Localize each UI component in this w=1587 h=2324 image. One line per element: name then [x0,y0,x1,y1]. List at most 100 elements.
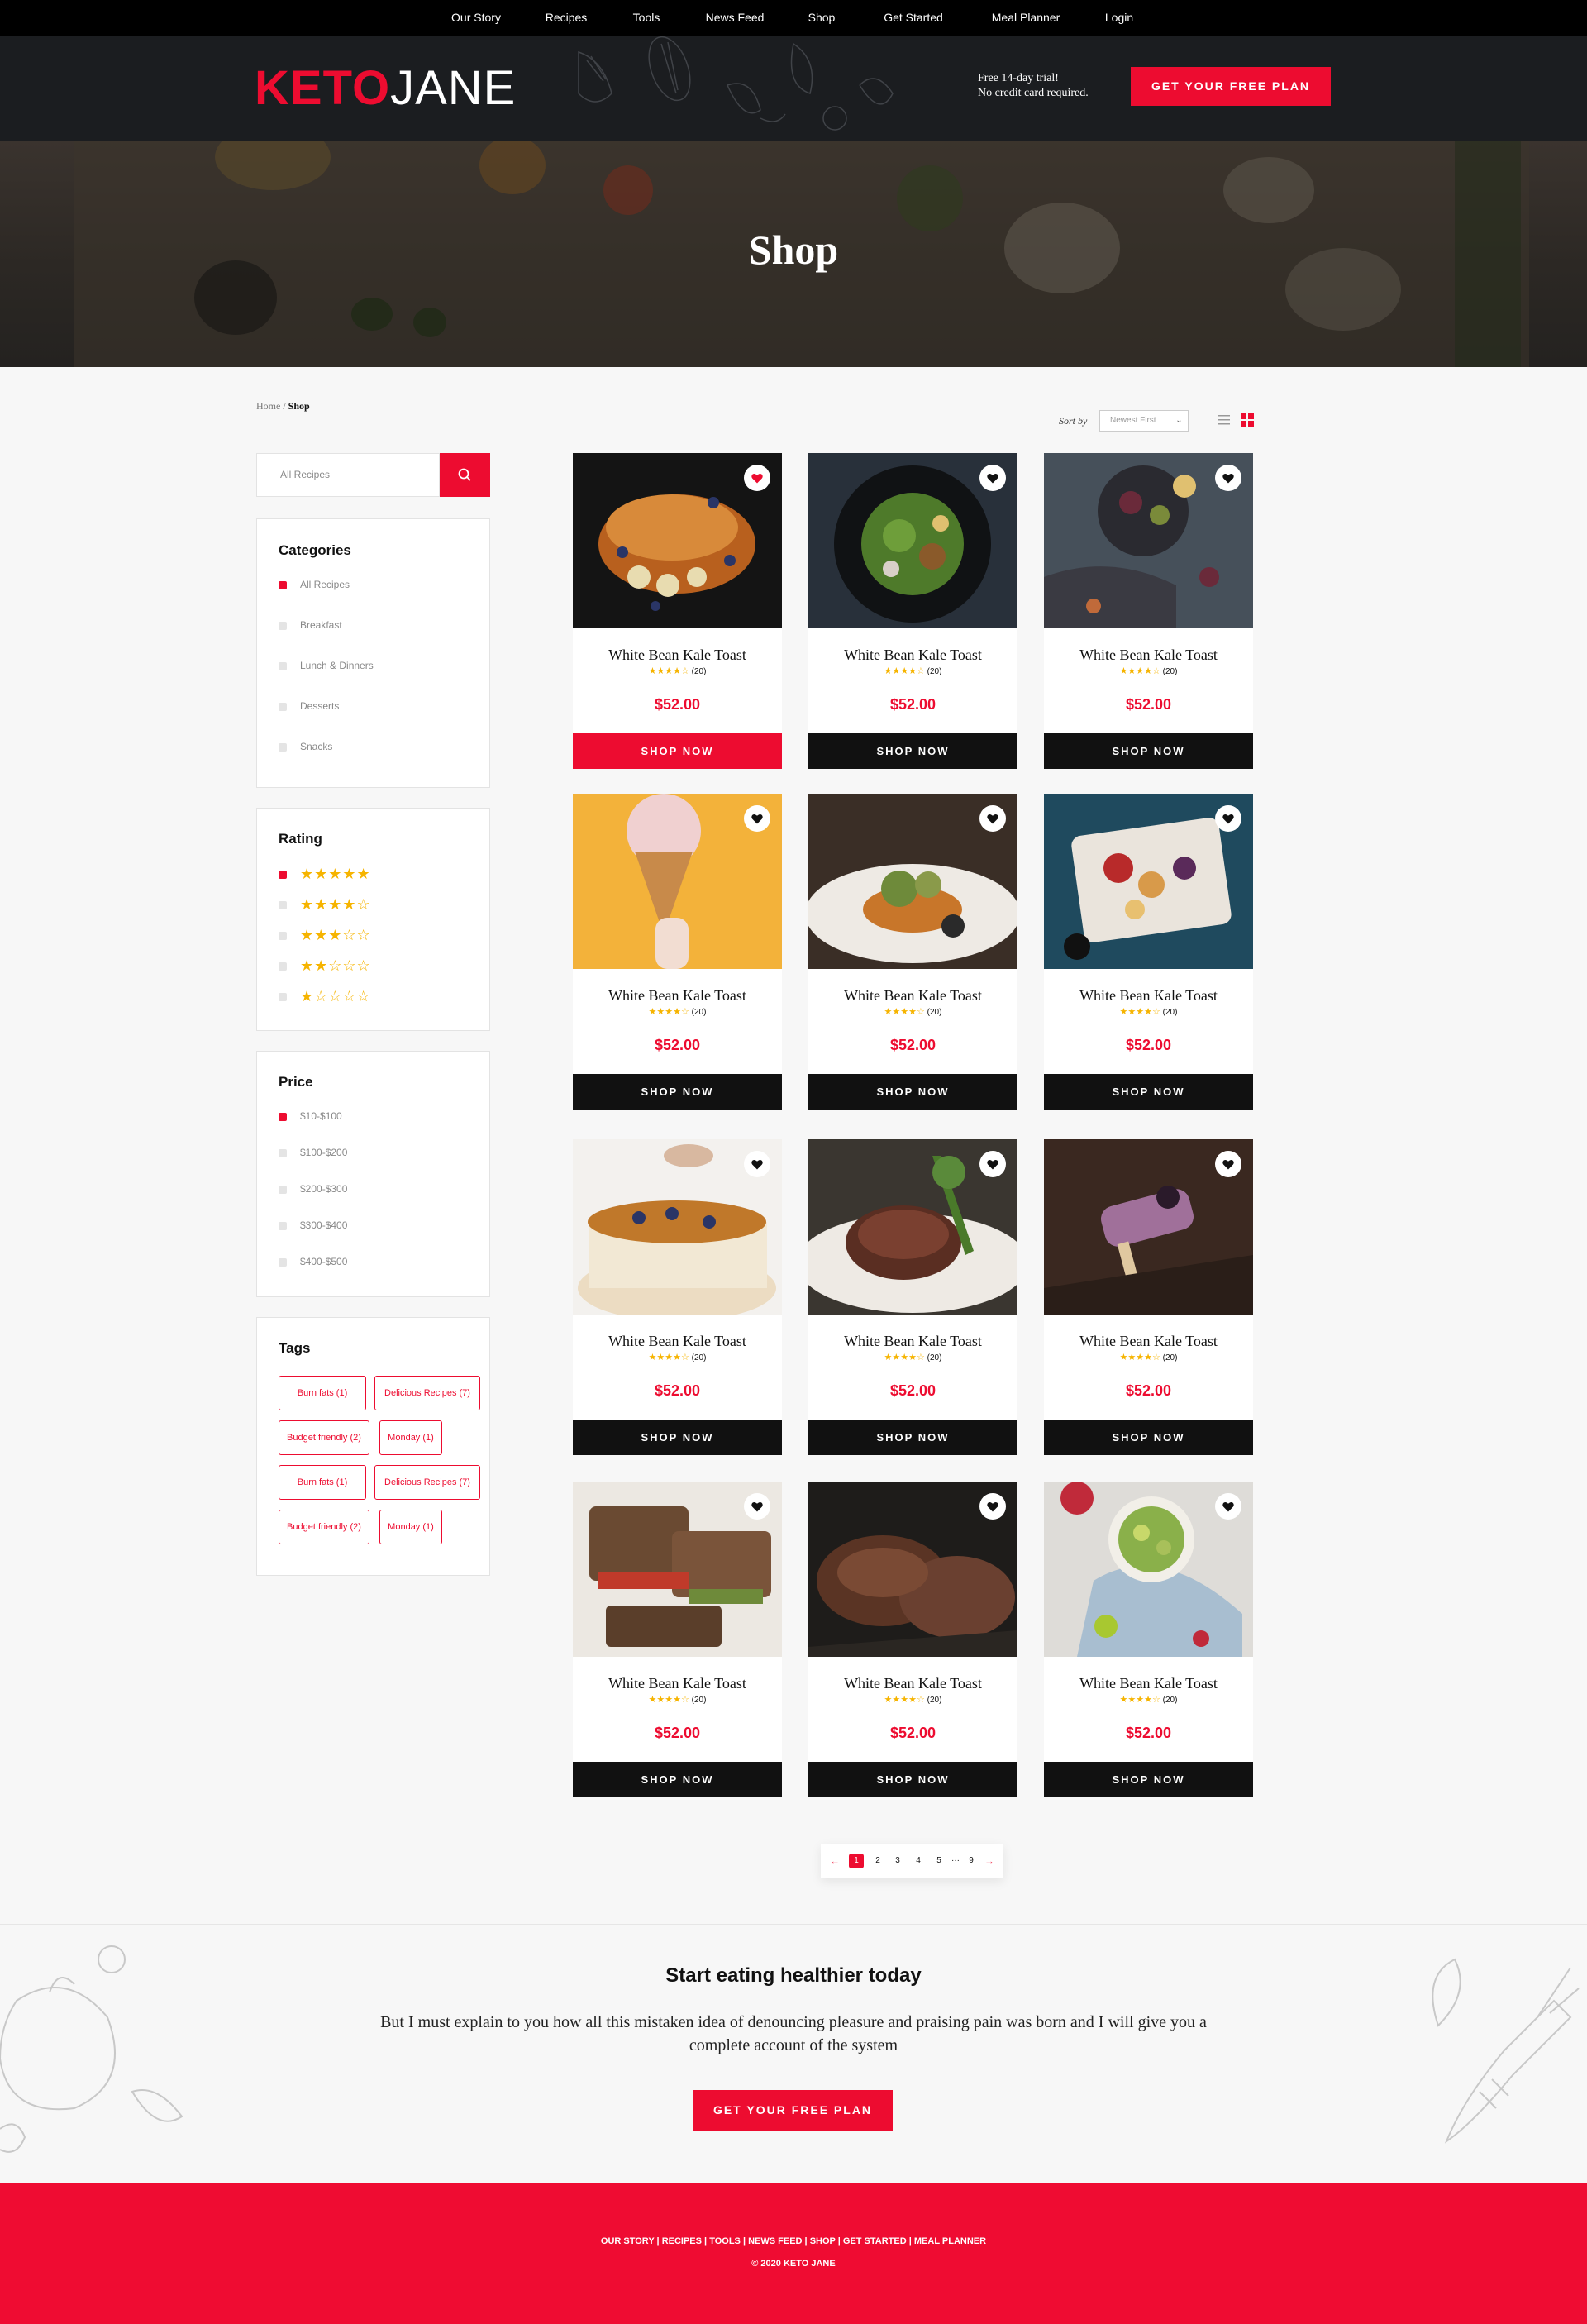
footer-link[interactable]: GET STARTED [843,2236,907,2246]
shop-now-button[interactable]: SHOP NOW [573,1762,782,1797]
product-title[interactable]: White Bean Kale Toast [808,1675,1017,1692]
rating-option[interactable]: ★★☆☆☆ [279,957,371,974]
heart-icon[interactable] [1215,1151,1241,1177]
product-title[interactable]: White Bean Kale Toast [573,1333,782,1350]
page-link[interactable]: 2 [870,1854,885,1868]
search-input[interactable]: All Recipes [256,453,440,497]
tag-chip[interactable]: Budget friendly (2) [279,1420,369,1455]
heart-icon[interactable] [744,465,770,491]
heart-icon[interactable] [979,465,1006,491]
shop-now-button[interactable]: SHOP NOW [1044,1762,1253,1797]
price-option[interactable]: $300-$400 [279,1219,347,1233]
shop-now-button[interactable]: SHOP NOW [573,733,782,769]
heart-icon[interactable] [979,1493,1006,1520]
prev-page-arrow-icon[interactable]: ← [827,1854,842,1868]
price-option[interactable]: $100-$200 [279,1147,347,1160]
nav-link-our-story[interactable]: Our Story [451,0,501,36]
price-option[interactable]: $200-$300 [279,1183,347,1196]
heart-icon[interactable] [744,805,770,832]
page-link-active[interactable]: 1 [849,1854,864,1868]
get-free-plan-button-bottom[interactable]: GET YOUR FREE PLAN [693,2090,893,2131]
shop-now-button[interactable]: SHOP NOW [808,1762,1017,1797]
heart-icon[interactable] [744,1151,770,1177]
rating-option[interactable]: ★☆☆☆☆ [279,988,371,1005]
tag-chip[interactable]: Burn fats (1) [279,1376,366,1410]
price-option[interactable]: $400-$500 [279,1256,347,1269]
product-card[interactable]: White Bean Kale Toast ★★★★☆ (20) $52.00 SHO… [1044,794,1253,1110]
product-card[interactable]: White Bean Kale Toast ★★★★☆ (20) $52.00 SHO… [573,1139,782,1455]
shop-now-button[interactable]: SHOP NOW [1044,1420,1253,1455]
tag-chip[interactable]: Delicious Recipes (7) [374,1376,480,1410]
heart-icon[interactable] [979,805,1006,832]
nav-link-login[interactable]: Login [1105,0,1133,36]
page-link[interactable]: 5 [932,1854,946,1868]
heart-icon[interactable] [1215,1493,1241,1520]
tag-chip[interactable]: Delicious Recipes (7) [374,1465,480,1500]
product-title[interactable]: White Bean Kale Toast [1044,1675,1253,1692]
shop-now-button[interactable]: SHOP NOW [808,1074,1017,1110]
nav-link-get-started[interactable]: Get Started [884,0,943,36]
footer-link[interactable]: MEAL PLANNER [914,2236,986,2246]
footer-link[interactable]: SHOP [810,2236,836,2246]
product-card[interactable]: White Bean Kale Toast ★★★★☆ (20) $52.00 SHO… [1044,1482,1253,1797]
get-free-plan-button[interactable]: GET YOUR FREE PLAN [1131,67,1331,106]
shop-now-button[interactable]: SHOP NOW [1044,1074,1253,1110]
product-title[interactable]: White Bean Kale Toast [808,1333,1017,1350]
product-card[interactable]: White Bean Kale Toast ★★★★☆ (20) $52.00 SHO… [808,453,1017,769]
product-card[interactable]: White Bean Kale Toast ★★★★☆ (20) $52.00 SHO… [573,1482,782,1797]
category-option[interactable]: Lunch & Dinners [279,660,374,673]
grid-view-icon[interactable] [1241,413,1254,427]
nav-link-news-feed[interactable]: News Feed [706,0,765,36]
nav-link-meal-planner[interactable]: Meal Planner [992,0,1060,36]
footer-link[interactable]: NEWS FEED [748,2236,802,2246]
product-title[interactable]: White Bean Kale Toast [808,987,1017,1005]
product-card[interactable]: White Bean Kale Toast ★★★★☆ (20) $52.00 SHO… [808,1482,1017,1797]
product-card[interactable]: White Bean Kale Toast ★★★★☆ (20) $52.00 SHO… [573,794,782,1110]
footer-link[interactable]: RECIPES [662,2236,702,2246]
tag-chip[interactable]: Monday (1) [379,1420,442,1455]
category-option[interactable]: Breakfast [279,619,342,632]
shop-now-button[interactable]: SHOP NOW [1044,733,1253,769]
product-title[interactable]: White Bean Kale Toast [573,987,782,1005]
nav-link-shop[interactable]: Shop [808,0,836,36]
price-option[interactable]: $10-$100 [279,1110,342,1124]
product-title[interactable]: White Bean Kale Toast [573,1675,782,1692]
product-card[interactable]: White Bean Kale Toast ★★★★☆ (20) $52.00 SHO… [573,453,782,769]
category-option[interactable]: Desserts [279,700,339,713]
shop-now-button[interactable]: SHOP NOW [808,1420,1017,1455]
product-title[interactable]: White Bean Kale Toast [808,647,1017,664]
heart-icon[interactable] [1215,805,1241,832]
shop-now-button[interactable]: SHOP NOW [573,1420,782,1455]
page-link[interactable]: 4 [911,1854,926,1868]
breadcrumb-home[interactable]: Home [256,400,280,412]
product-card[interactable]: White Bean Kale Toast ★★★★☆ (20) $52.00 SHO… [1044,1139,1253,1455]
footer-link[interactable]: OUR STORY [601,2236,655,2246]
product-title[interactable]: White Bean Kale Toast [573,647,782,664]
nav-link-tools[interactable]: Tools [633,0,660,36]
tag-chip[interactable]: Burn fats (1) [279,1465,366,1500]
product-title[interactable]: White Bean Kale Toast [1044,1333,1253,1350]
sort-select[interactable]: Newest First ⌄ [1099,410,1189,432]
list-view-icon[interactable] [1218,415,1230,425]
rating-option[interactable]: ★★★☆☆ [279,927,371,943]
category-option[interactable]: All Recipes [279,579,350,592]
next-page-arrow-icon[interactable]: → [982,1854,997,1868]
tag-chip[interactable]: Budget friendly (2) [279,1510,369,1544]
shop-now-button[interactable]: SHOP NOW [573,1074,782,1110]
page-link[interactable]: 3 [890,1854,905,1868]
category-option[interactable]: Snacks [279,741,332,754]
page-link[interactable]: 9 [964,1854,979,1868]
rating-option[interactable]: ★★★★★ [279,866,371,882]
product-card[interactable]: White Bean Kale Toast ★★★★☆ (20) $52.00 SHO… [1044,453,1253,769]
logo[interactable]: KETOJANE [255,60,516,117]
heart-icon[interactable] [744,1493,770,1520]
product-title[interactable]: White Bean Kale Toast [1044,987,1253,1005]
product-card[interactable]: White Bean Kale Toast ★★★★☆ (20) $52.00 SHO… [808,1139,1017,1455]
heart-icon[interactable] [979,1151,1006,1177]
footer-link[interactable]: TOOLS [709,2236,741,2246]
rating-option[interactable]: ★★★★☆ [279,896,371,913]
search-button[interactable] [440,453,490,497]
shop-now-button[interactable]: SHOP NOW [808,733,1017,769]
tag-chip[interactable]: Monday (1) [379,1510,442,1544]
heart-icon[interactable] [1215,465,1241,491]
